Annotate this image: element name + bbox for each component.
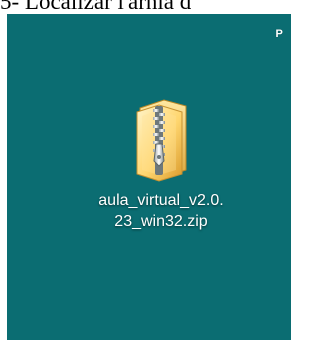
zip-folder-icon bbox=[136, 99, 187, 182]
file-name-label: aula_virtual_v2.0. 23_win32.zip bbox=[89, 190, 233, 232]
file-name-line-1: aula_virtual_v2.0. bbox=[98, 192, 224, 209]
file-name-line-2: 23_win32.zip bbox=[114, 213, 208, 230]
cropped-corner-text: P bbox=[275, 28, 283, 40]
desktop-screenshot: P aula_virtual_v2.0. 23_win32.zip bbox=[7, 14, 291, 340]
document-page: 5- Localizar l'arnia d P aula_virtual_v2… bbox=[0, 0, 291, 340]
zip-file-item[interactable]: aula_virtual_v2.0. 23_win32.zip bbox=[89, 98, 233, 248]
